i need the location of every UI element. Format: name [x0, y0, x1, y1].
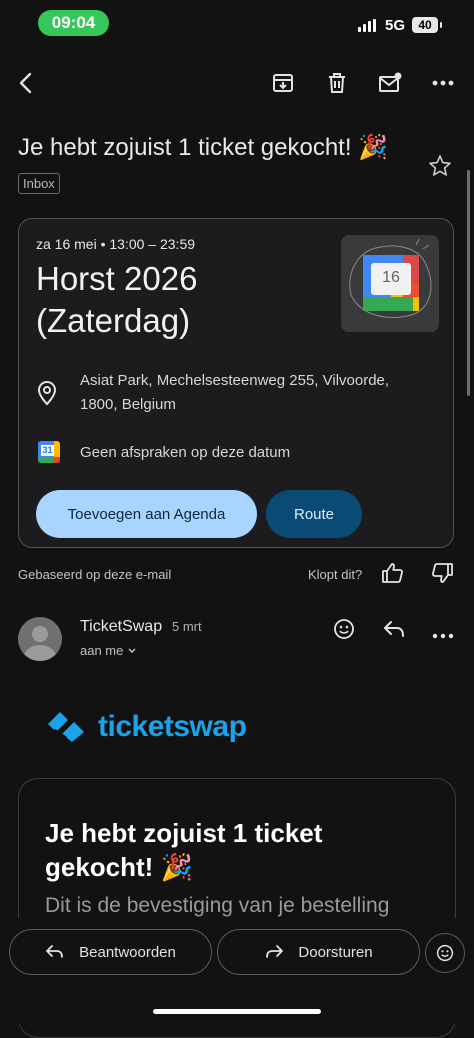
event-title-line2: (Zaterdag): [36, 302, 191, 339]
network-label: 5G: [385, 17, 406, 34]
more-options-icon[interactable]: [425, 65, 461, 101]
email-body-subtext: Dit is de bevestiging van je bestelling: [45, 894, 390, 917]
battery-indicator: 40: [412, 17, 442, 33]
emoji-reaction-button[interactable]: [425, 933, 465, 973]
chevron-down-icon: [128, 647, 136, 653]
based-on-email-text: Gebaseerd op deze e-mail: [18, 567, 172, 582]
add-reaction-icon[interactable]: [333, 618, 355, 645]
location-pin-icon: [36, 380, 58, 411]
thumbs-up-icon[interactable]: [381, 561, 405, 590]
email-body-heading-line2: gekocht! 🎉: [45, 852, 193, 882]
star-icon[interactable]: [428, 154, 452, 183]
calendar-illustration: 16: [341, 235, 439, 332]
google-calendar-icon: 31: [38, 441, 60, 463]
email-body-heading: Je hebt zojuist 1 ticket gekocht! 🎉: [45, 816, 405, 884]
delete-icon[interactable]: [319, 65, 355, 101]
reply-icon[interactable]: [382, 619, 406, 644]
event-location-line1: Asiat Park, Mechelsesteenweg 255, Vilvoo…: [80, 372, 390, 389]
status-time: 09:04: [38, 10, 109, 36]
ticketswap-logo-mark: [48, 712, 84, 742]
message-more-icon[interactable]: [432, 626, 454, 644]
scrollbar[interactable]: [467, 170, 470, 396]
mark-unread-icon[interactable]: [372, 65, 408, 101]
reply-arrow-icon: [46, 945, 64, 958]
reply-button[interactable]: Beantwoorden: [9, 929, 212, 975]
message-date: 5 mrt: [172, 619, 202, 634]
ticketswap-logo[interactable]: ticketswap: [44, 710, 247, 744]
forward-button-label: Doorsturen: [298, 943, 373, 961]
event-title: Horst 2026 (Zaterdag): [36, 258, 326, 342]
thumbs-down-icon[interactable]: [430, 561, 454, 590]
feedback-question: Klopt dit?: [308, 567, 363, 582]
recipient-details-toggle[interactable]: aan me: [80, 643, 137, 658]
inbox-label[interactable]: Inbox: [18, 173, 60, 194]
calendar-illustration-day: 16: [382, 269, 400, 286]
event-location-line2: 1800, Belgium: [80, 396, 176, 413]
sender-name: TicketSwap: [80, 618, 163, 635]
ticketswap-wordmark: ticketswap: [98, 710, 247, 743]
event-date-time: za 16 mei • 13:00 – 23:59: [36, 236, 196, 252]
add-to-calendar-button[interactable]: Toevoegen aan Agenda: [36, 490, 257, 538]
signal-icon: [358, 19, 376, 32]
home-indicator[interactable]: [153, 1009, 321, 1014]
reply-button-label: Beantwoorden: [79, 943, 176, 961]
email-subject: Je hebt zojuist 1 ticket gekocht! 🎉: [18, 134, 389, 161]
sender-avatar[interactable]: [18, 617, 62, 661]
event-location: Asiat Park, Mechelsesteenweg 255, Vilvoo…: [80, 369, 420, 417]
recipient-text: aan me: [80, 643, 124, 658]
forward-arrow-icon: [266, 945, 284, 958]
google-calendar-icon-day: 31: [41, 445, 54, 456]
event-title-line1: Horst 2026: [36, 260, 198, 297]
back-arrow-icon[interactable]: [8, 65, 44, 101]
route-button[interactable]: Route: [266, 490, 362, 538]
email-body-heading-line1: Je hebt zojuist 1 ticket: [45, 818, 323, 848]
smiley-icon: [436, 944, 454, 962]
forward-button[interactable]: Doorsturen: [217, 929, 420, 975]
archive-icon[interactable]: [265, 65, 301, 101]
no-events-text: Geen afspraken op deze datum: [80, 444, 291, 461]
